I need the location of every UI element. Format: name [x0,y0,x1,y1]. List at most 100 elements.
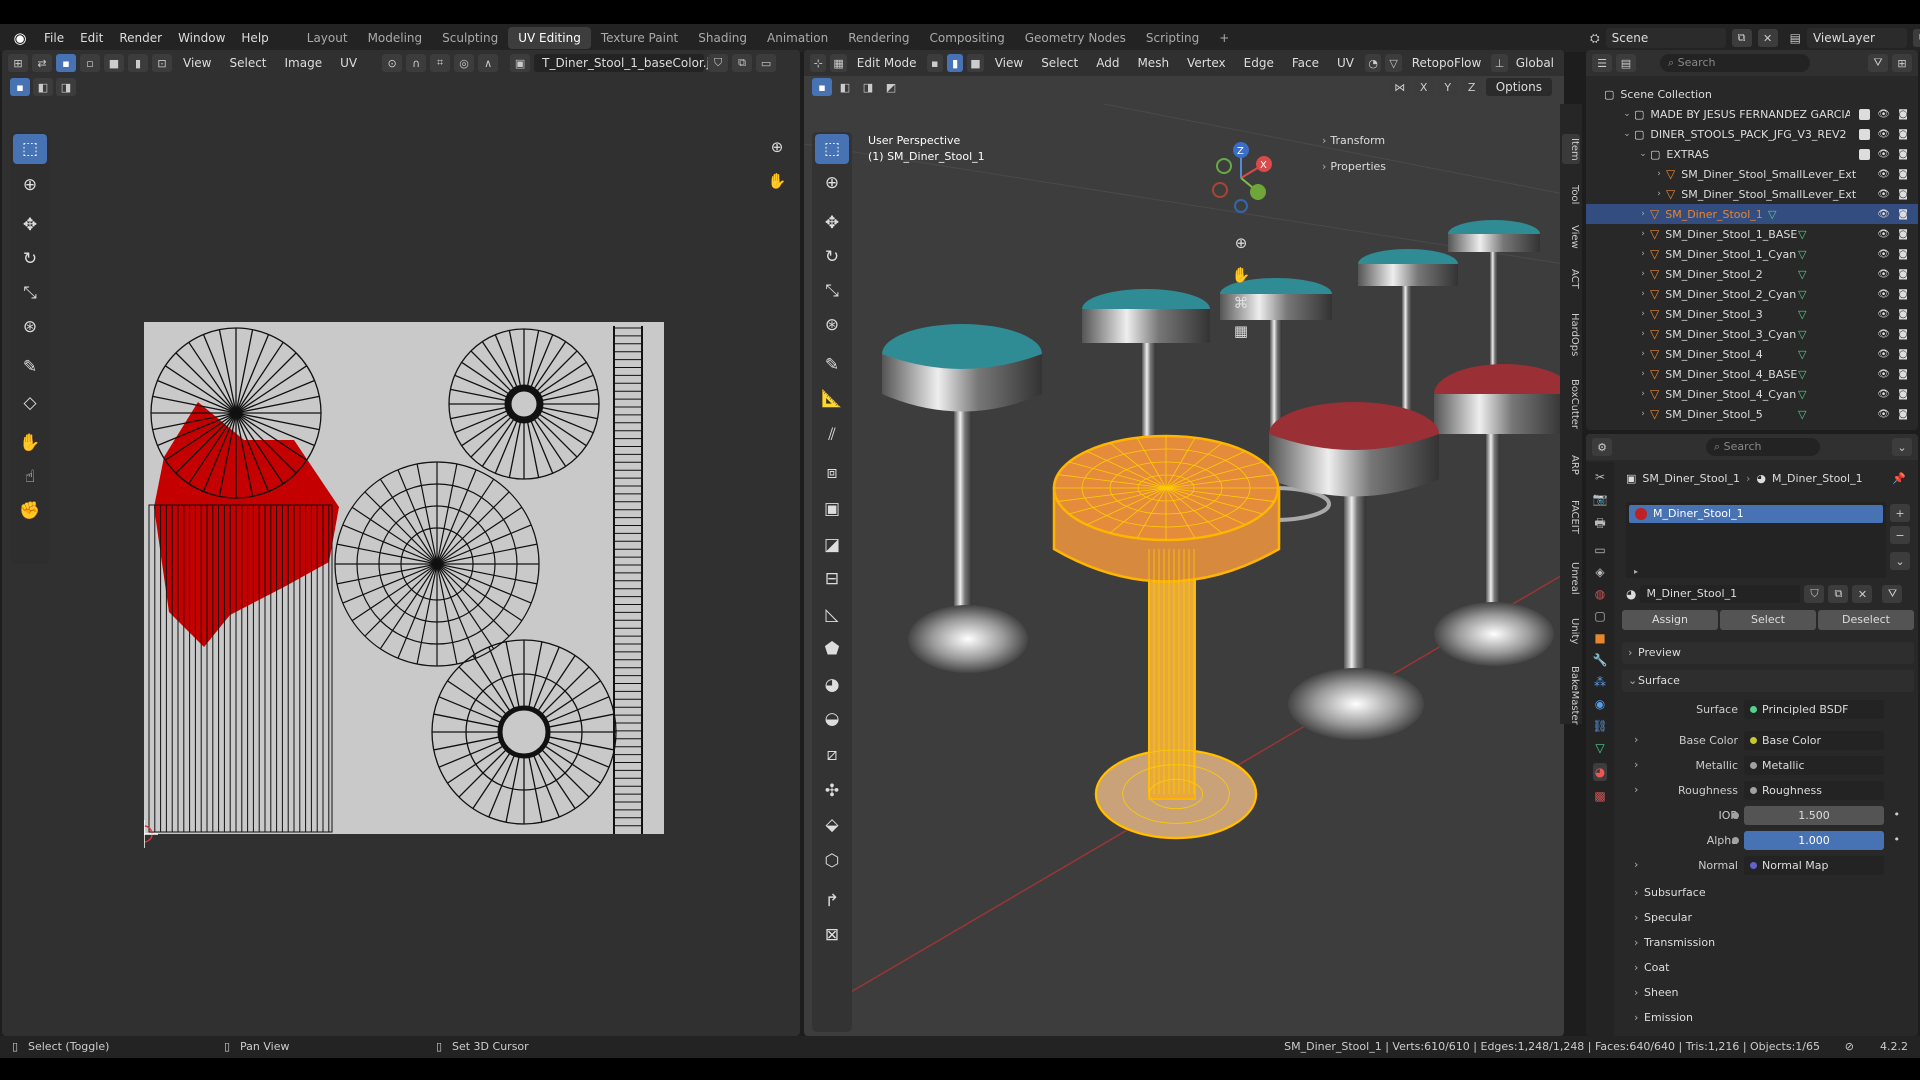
smooth-tool[interactable]: ◒ [815,704,849,734]
add-slot-icon[interactable]: + [1890,504,1910,522]
orientation-icon[interactable]: ⊥ [1491,54,1508,72]
outliner-row[interactable]: › ▽ SM_Diner_Stool_1 ▽ 👁 ◙ [1586,204,1918,224]
sync-selection-icon[interactable]: ⇄ [32,54,52,72]
material-browse-icon[interactable]: ◕ [1626,587,1636,601]
vp-select-subtract-icon[interactable]: ◨ [858,78,878,96]
menu-window[interactable]: Window [170,24,233,52]
modifier-props-icon[interactable]: 🔧 [1593,653,1608,667]
edge-mode-icon[interactable]: ▮ [946,54,964,72]
uv-transform-tool[interactable]: ⊛ [13,312,47,342]
slot-list-expand-icon[interactable]: ▸ [1634,567,1638,576]
camera-view-icon[interactable]: ⌘ [1224,288,1258,318]
visibility-eye-icon[interactable]: 👁 [1877,369,1890,380]
render-camera-icon[interactable]: ◙ [1898,309,1908,320]
outliner-row[interactable]: › ▽ SM_Diner_Stool_3_Cyan ▽ 👁 ◙ [1586,324,1918,344]
retopo-tool-2[interactable]: ⊠ [815,920,849,950]
visibility-eye-icon[interactable]: 👁 [1877,229,1890,240]
mode-selector[interactable]: Edit Mode [851,56,923,70]
select-extend-icon[interactable]: ◧ [33,78,53,96]
uv-rip-tool[interactable]: ◇ [13,388,47,418]
surface-panel-header[interactable]: ⌄ Surface [1622,670,1914,692]
render-camera-icon[interactable]: ◙ [1898,249,1908,260]
vp-menu-select[interactable]: Select [1034,56,1085,70]
visibility-eye-icon[interactable]: 👁 [1877,329,1890,340]
mesh-data-icon[interactable]: ▽ [1798,348,1806,361]
outliner-editor-type-icon[interactable]: ☰ [1592,54,1612,72]
outliner-row[interactable]: › ▽ SM_Diner_Stool_1_Cyan ▽ 👁 ◙ [1586,244,1918,264]
vp-menu-mesh[interactable]: Mesh [1130,56,1176,70]
select-box-tool[interactable]: ⬚ [815,134,849,164]
outliner-row[interactable]: › ▽ SM_Diner_Stool_SmallLever_Ext 👁 ◙ [1586,184,1918,204]
input-expand-chevron-icon[interactable]: › [1634,858,1638,871]
bsdf-subpanel-header[interactable]: › Sheen [1622,982,1914,1004]
assign-button[interactable]: Assign [1622,610,1718,630]
expand-chevron-icon[interactable]: ⌄ [1636,149,1650,159]
sidebar-tab-hardops[interactable]: HardOps [1562,310,1580,360]
bsdf-subpanel-header[interactable]: › Specular [1622,907,1914,929]
fake-user-icon[interactable]: ⛉ [708,54,729,72]
bsdf-subpanel-header[interactable]: › Emission [1622,1007,1914,1029]
annotate-tool[interactable]: ✎ [815,350,849,380]
npanel-transform[interactable]: › Transform [1322,134,1385,147]
inset-tool[interactable]: ▣ [815,494,849,524]
mesh-data-icon[interactable]: ▽ [1798,228,1806,241]
vp-menu-vertex[interactable]: Vertex [1180,56,1233,70]
mode-icon[interactable]: ▦ [830,54,847,72]
viewport-zoom-icon[interactable]: ⊕ [1224,228,1258,258]
tab-layout[interactable]: Layout [297,27,358,49]
object-props-icon[interactable]: ■ [1594,631,1605,645]
exclude-checkbox[interactable] [1859,148,1870,160]
tab-uv-editing[interactable]: UV Editing [508,27,591,49]
tab-texture-paint[interactable]: Texture Paint [591,27,688,49]
filter-icon[interactable]: ⛛ [1868,54,1888,72]
constraints-props-icon[interactable]: ⛓ [1592,719,1607,733]
output-props-icon[interactable]: 🖶 [1594,514,1605,535]
navigation-gizmo[interactable]: Z X [1206,142,1276,214]
uv-texture-canvas[interactable] [144,322,664,864]
extrude-tool[interactable]: ⧈ [815,458,849,488]
render-camera-icon[interactable]: ◙ [1898,269,1908,280]
uv-move-tool[interactable]: ✥ [13,210,47,240]
visibility-eye-icon[interactable]: 👁 [1877,129,1890,140]
render-props-icon[interactable]: 📷 [1593,492,1608,506]
knife-tool[interactable]: ◺ [815,600,849,630]
data-props-icon[interactable]: ▽ [1595,741,1604,755]
visibility-eye-icon[interactable]: 👁 [1877,409,1890,420]
bsdf-subpanel-header[interactable]: › Transmission [1622,932,1914,954]
rotate-tool[interactable]: ↻ [815,242,849,272]
rip-region-tool[interactable]: ⬡ [815,846,849,876]
falloff-icon[interactable]: ∧ [478,54,499,72]
material-fake-user-icon[interactable]: ⛉ [1804,585,1825,603]
vp-menu-view[interactable]: View [988,56,1030,70]
outliner-row[interactable]: › ▽ SM_Diner_Stool_4_BASE ▽ 👁 ◙ [1586,364,1918,384]
vp-select-extend-icon[interactable]: ◧ [835,78,855,96]
exclude-checkbox[interactable] [1859,108,1870,120]
exclude-checkbox[interactable] [1859,128,1870,140]
sidebar-tab-bakemaster[interactable]: BakeMaster [1562,660,1580,730]
expand-chevron-icon[interactable]: › [1636,349,1650,359]
tab-rendering[interactable]: Rendering [838,27,919,49]
input-expand-chevron-icon[interactable]: › [1634,733,1638,746]
mesh-data-icon[interactable]: ▽ [1798,408,1806,421]
add-workspace-icon[interactable]: + [1209,27,1239,49]
visibility-eye-icon[interactable]: 👁 [1877,149,1890,160]
scene-props-icon[interactable]: ◈ [1595,565,1604,579]
vp-menu-face[interactable]: Face [1285,56,1326,70]
slot-specials-icon[interactable]: ⌄ [1890,552,1910,570]
vp-menu-uv[interactable]: UV [1330,56,1361,70]
properties-options-icon[interactable]: ⌄ [1892,438,1912,456]
outliner-row[interactable]: › ▽ SM_Diner_Stool_5 ▽ 👁 ◙ [1586,404,1918,424]
uv-pan-icon[interactable]: ✋ [760,166,794,196]
tab-compositing[interactable]: Compositing [919,27,1014,49]
visibility-eye-icon[interactable]: 👁 [1877,109,1890,120]
bsdf-subpanel-header[interactable]: › Coat [1622,957,1914,979]
tab-scripting[interactable]: Scripting [1136,27,1209,49]
new-image-icon[interactable]: ⧉ [732,54,753,72]
mesh-data-icon[interactable]: ▽ [1798,308,1806,321]
tab-geometry-nodes[interactable]: Geometry Nodes [1015,27,1136,49]
select-new-icon[interactable]: ▪ [10,78,30,96]
menu-render[interactable]: Render [111,24,170,52]
render-camera-icon[interactable]: ◙ [1898,389,1908,400]
mesh-data-icon[interactable]: ▽ [1798,268,1806,281]
uv-menu-uv[interactable]: UV [333,56,364,70]
